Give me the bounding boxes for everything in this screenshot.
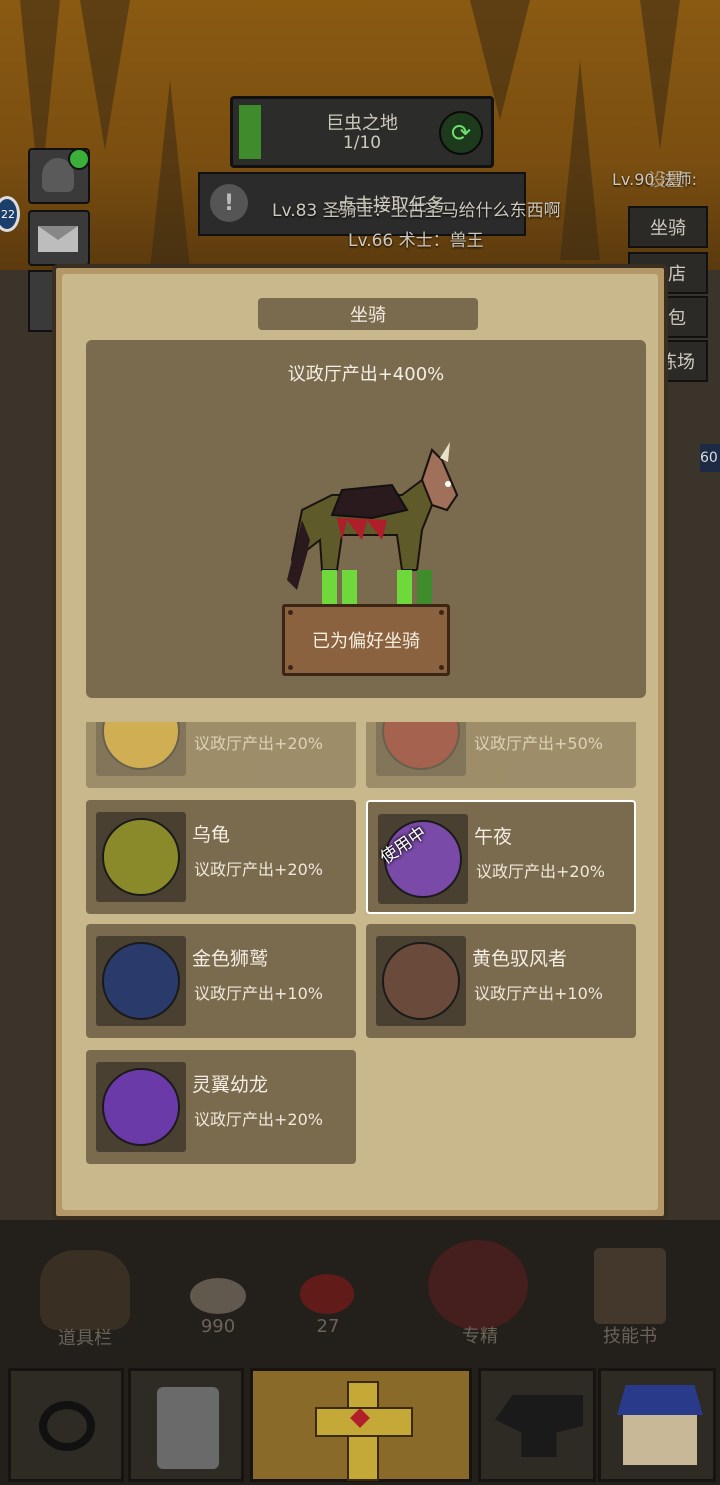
mount-modal-body: 坐骑 议政厅产出+400% 已为偏好坐骑 蜘蛛之兄 [62, 274, 658, 1210]
mount-name: 黄色驭风者 [472, 948, 568, 970]
mount-portrait-icon [96, 722, 186, 776]
slot-ring[interactable] [8, 1368, 124, 1482]
mount-list[interactable]: 蜘蛛之兄议政厅产出+20%烈焰之魂议政厅产出+50%乌龟议政厅产出+20%午夜议… [86, 722, 646, 1192]
mount-bonus: 议政厅产出+10% [474, 984, 603, 1003]
mount-portrait-icon [376, 722, 466, 776]
notification-dot-icon [68, 148, 90, 170]
mount-name: 乌龟 [192, 824, 231, 846]
right-badge: 60 [700, 444, 720, 472]
mount-label: 坐骑 [650, 218, 686, 239]
chat-line-1: Lv.83 圣骑士：上古圣马给什么东西啊 [272, 201, 561, 221]
mount-card[interactable]: 乌龟议政厅产出+20% [86, 800, 356, 914]
potion-count: 27 [316, 1316, 340, 1337]
slot-house[interactable] [598, 1368, 716, 1482]
inventory-bag-icon[interactable] [40, 1250, 130, 1330]
preferred-label: 已为偏好坐骑 [312, 631, 420, 652]
alert-icon: ! [210, 184, 248, 222]
mount-portrait-disc [102, 722, 180, 770]
armor-icon [157, 1387, 219, 1469]
preview-bonus: 议政厅产出+400% [287, 364, 445, 385]
mount-portrait-disc [102, 818, 180, 896]
preferred-mount-sign[interactable]: 已为偏好坐骑 [282, 604, 450, 676]
mount-bonus: 议政厅产出+20% [476, 862, 605, 881]
mount-modal: 坐骑 议政厅产出+400% 已为偏好坐骑 蜘蛛之兄 [52, 264, 668, 1220]
mount-portrait-disc [382, 942, 460, 1020]
specialization-label: 专精 [462, 1326, 498, 1347]
mail-icon[interactable] [28, 210, 90, 266]
mount-card[interactable]: 蜘蛛之兄议政厅产出+20% [86, 722, 356, 788]
mount-name: 金色狮鹫 [192, 948, 269, 970]
mount-card[interactable]: 黄色驭风者议政厅产出+10% [366, 924, 636, 1038]
mount-name: 灵翼幼龙 [192, 1074, 269, 1096]
mount-card[interactable]: 灵翼幼龙议政厅产出+20% [86, 1050, 356, 1164]
ring-icon [39, 1401, 95, 1451]
skill-book-label: 技能书 [603, 1326, 657, 1347]
slot-weapon-active[interactable] [250, 1368, 472, 1482]
mount-portrait-icon [376, 936, 466, 1026]
mount-bonus: 议政厅产出+10% [194, 984, 323, 1003]
mount-bonus: 议政厅产出+20% [194, 860, 323, 879]
mount-card[interactable]: 午夜 议政厅产出+20% 使用中 [366, 800, 636, 914]
mount-card[interactable]: 金色狮鹫议政厅产出+10% [86, 924, 356, 1038]
slot-armor[interactable] [128, 1368, 244, 1482]
bread-count: 990 [200, 1316, 236, 1337]
modal-title: 坐骑 [258, 298, 478, 330]
right-badge-text: 60 [700, 450, 718, 466]
specialization-icon[interactable] [428, 1240, 528, 1330]
skill-book-icon[interactable] [594, 1248, 666, 1324]
bread-icon[interactable] [190, 1278, 246, 1314]
horse-mount-image [287, 442, 459, 605]
mount-button[interactable]: 坐骑 [628, 206, 708, 248]
mount-portrait-disc [382, 722, 460, 770]
mount-name: 午夜 [474, 826, 513, 848]
settings-label: 设置 [648, 170, 684, 191]
mount-portrait-icon [96, 1062, 186, 1152]
mount-portrait-icon [96, 936, 186, 1026]
inventory-label: 道具栏 [58, 1328, 112, 1349]
mount-portrait-icon [96, 812, 186, 902]
mount-preview: 议政厅产出+400% 已为偏好坐骑 [86, 340, 646, 698]
mount-bonus: 议政厅产出+20% [194, 1110, 323, 1129]
refresh-icon[interactable]: ⟳ [439, 111, 483, 155]
stage-panel: 巨虫之地 1/10 ⟳ [230, 96, 494, 168]
mount-bonus: 议政厅产出+20% [194, 734, 323, 753]
left-badge-text: 22 [1, 207, 15, 221]
helmet-icon[interactable] [28, 148, 90, 204]
mount-portrait-disc [102, 1068, 180, 1146]
mount-portrait-disc [102, 942, 180, 1020]
potion-icon[interactable] [300, 1274, 354, 1314]
house-icon [617, 1385, 703, 1415]
mount-bonus: 议政厅产出+50% [474, 734, 603, 753]
slot-anvil[interactable] [478, 1368, 596, 1482]
settings-button[interactable]: 设置 [628, 160, 704, 198]
mount-card[interactable]: 烈焰之魂议政厅产出+50% [366, 722, 636, 788]
chat-line-2: Lv.66 术士：兽王 [348, 231, 484, 251]
anvil-icon [495, 1395, 583, 1457]
